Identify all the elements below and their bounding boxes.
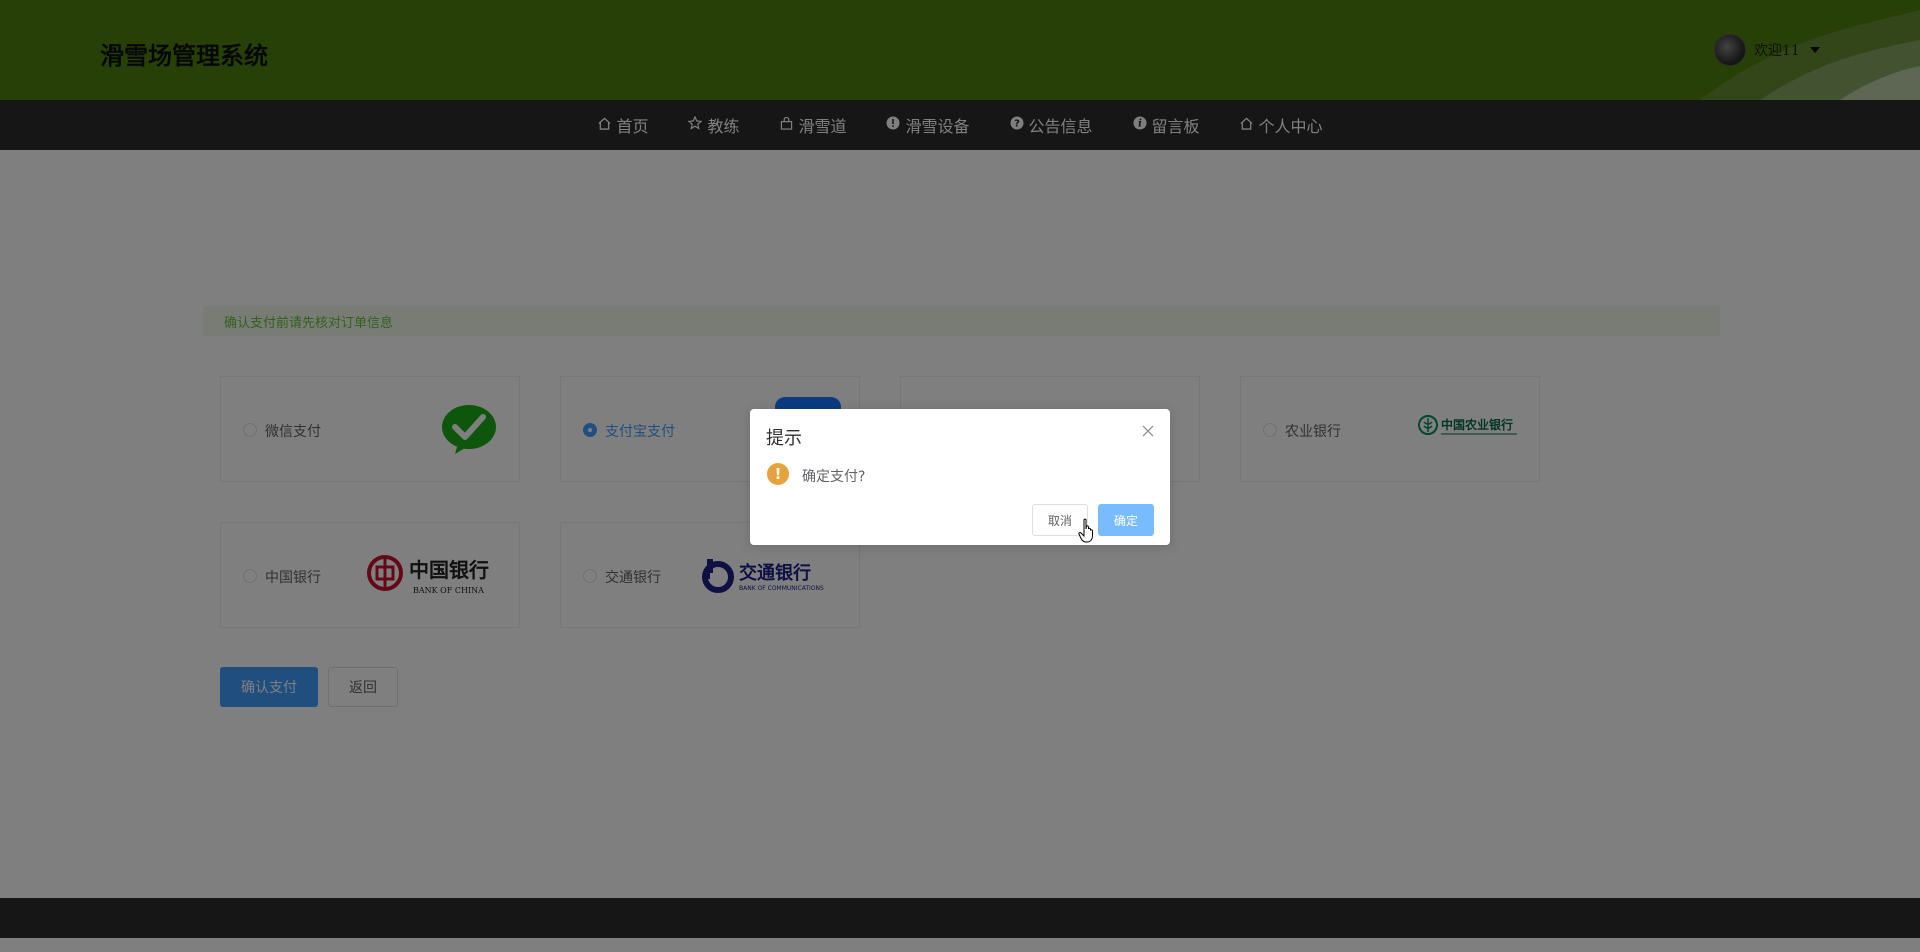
dialog-message: 确定支付? <box>802 469 866 485</box>
hand-pointer-icon <box>1078 518 1093 543</box>
warning-icon: ! <box>767 463 789 485</box>
confirm-dialog: 提示 ! 确定支付? 取消 确定 <box>750 409 1170 545</box>
close-icon[interactable] <box>1142 423 1154 441</box>
dialog-ok-button[interactable]: 确定 <box>1098 504 1154 536</box>
dialog-title: 提示 <box>766 428 802 449</box>
